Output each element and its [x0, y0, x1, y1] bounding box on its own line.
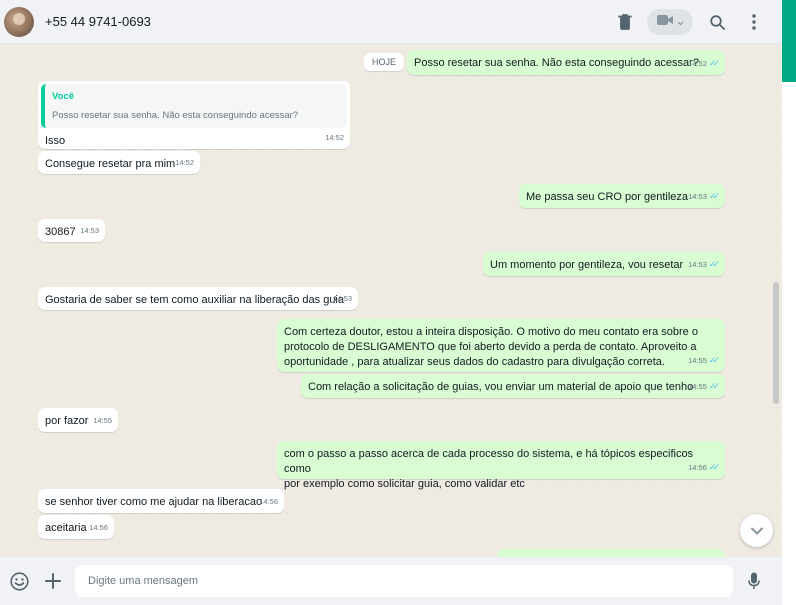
- composer-bar: [0, 557, 782, 605]
- outgoing-message[interactable]: Me passa seu CRO por gentileza 14:53 ✓✓: [519, 184, 725, 208]
- read-ticks-icon: ✓✓: [708, 381, 720, 391]
- message-time: 14:56: [259, 497, 278, 506]
- trash-icon[interactable]: [613, 10, 637, 34]
- chevron-down-icon: [750, 522, 763, 540]
- quote-author: Você: [52, 91, 75, 102]
- message-text: Posso resetar sua senha. Não esta conseg…: [414, 57, 699, 69]
- message-time: 14:52: [175, 158, 194, 167]
- message-text: Um momento por gentileza, vou resetar: [490, 259, 684, 271]
- message-list[interactable]: HOJE Posso resetar sua senha. Não esta c…: [0, 44, 782, 557]
- message-text: Me passa seu CRO por gentileza: [526, 191, 689, 203]
- incoming-message[interactable]: Você Posso resetar sua senha. Não esta c…: [38, 81, 350, 149]
- message-time: 14:55: [688, 382, 707, 391]
- outgoing-message[interactable]: Um momento por gentileza, vou resetar 14…: [483, 252, 725, 276]
- message-time: 14:56: [688, 463, 707, 472]
- search-icon[interactable]: [705, 10, 729, 34]
- video-call-button[interactable]: [647, 9, 693, 35]
- message-text: aceitaria: [45, 522, 87, 534]
- outgoing-message[interactable]: [497, 549, 725, 557]
- emoji-icon[interactable]: [8, 570, 30, 592]
- message-line: Com certeza doutor, estou a inteira disp…: [284, 326, 698, 338]
- message-input[interactable]: [75, 565, 733, 597]
- chevron-down-icon: [677, 13, 684, 31]
- message-time: 14:56: [89, 523, 108, 532]
- message-time: 14:53: [80, 226, 99, 235]
- message-time: 14:55: [688, 356, 707, 365]
- message-time: 14:52: [325, 133, 344, 142]
- quote-text: Posso resetar sua senha. Não esta conseg…: [52, 110, 299, 121]
- read-ticks-icon: ✓✓: [708, 58, 720, 68]
- message-line: protocolo de DESLIGAMENTO que foi aberto…: [284, 341, 697, 353]
- contact-avatar[interactable]: [4, 7, 34, 37]
- message-line: oportunidade , para atualizar seus dados…: [284, 356, 665, 368]
- message-time: 14:53: [688, 260, 707, 269]
- message-line: por exemplo como solicitar guia, como va…: [284, 478, 525, 490]
- message-time: 14:53: [688, 192, 707, 201]
- message-text: 30867: [45, 226, 76, 238]
- outgoing-message[interactable]: Com relação a solicitação de guias, vou …: [301, 374, 725, 398]
- read-ticks-icon: ✓✓: [708, 355, 720, 365]
- incoming-message[interactable]: 30867 14:53: [38, 219, 105, 242]
- scrollbar[interactable]: [773, 282, 779, 404]
- menu-icon[interactable]: [742, 10, 766, 34]
- chat-header: +55 44 9741-0693: [0, 0, 782, 44]
- microphone-icon[interactable]: [743, 570, 765, 592]
- message-time: 14:53: [333, 294, 352, 303]
- window-edge: [782, 0, 796, 605]
- message-line: com o passo a passo acerca de cada proce…: [284, 448, 694, 475]
- incoming-message[interactable]: aceitaria 14:56: [38, 515, 114, 539]
- contact-name[interactable]: +55 44 9741-0693: [45, 14, 151, 29]
- message-text: Com relação a solicitação de guias, vou …: [308, 381, 694, 393]
- incoming-message[interactable]: Gostaria de saber se tem como auxiliar n…: [38, 287, 358, 310]
- quoted-message[interactable]: Você Posso resetar sua senha. Não esta c…: [41, 84, 347, 128]
- incoming-message[interactable]: Consegue resetar pra mim 14:52: [38, 151, 200, 174]
- attach-plus-icon[interactable]: [42, 570, 64, 592]
- read-ticks-icon: ✓✓: [708, 462, 720, 472]
- read-ticks-icon: ✓✓: [708, 191, 720, 201]
- message-time: 14:55: [93, 416, 112, 425]
- message-text: por fazor: [45, 415, 89, 427]
- outgoing-message[interactable]: Com certeza doutor, estou a inteira disp…: [277, 319, 725, 372]
- scroll-down-button[interactable]: [740, 514, 773, 547]
- incoming-message[interactable]: se senhor tiver como me ajudar na libera…: [38, 489, 284, 513]
- day-separator: HOJE: [364, 53, 405, 71]
- outgoing-message[interactable]: com o passo a passo acerca de cada proce…: [277, 441, 725, 490]
- read-ticks-icon: ✓✓: [708, 259, 720, 269]
- message-text: Isso: [45, 135, 66, 147]
- outgoing-message[interactable]: Posso resetar sua senha. Não esta conseg…: [407, 50, 725, 75]
- message-time: 14:52: [688, 59, 707, 68]
- message-text: se senhor tiver como me ajudar na libera…: [45, 496, 263, 508]
- message-text: Consegue resetar pra mim: [45, 158, 176, 170]
- incoming-message[interactable]: por fazor 14:55: [38, 408, 118, 432]
- video-icon: [656, 13, 673, 31]
- message-text: Gostaria de saber se tem como auxiliar n…: [45, 294, 344, 306]
